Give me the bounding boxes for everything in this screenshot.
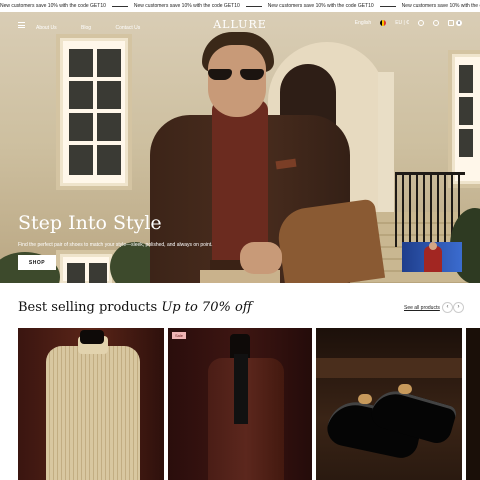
announcement-text: New customers save 10% with the code GET… [401, 3, 480, 9]
chevron-left-icon[interactable]: ‹ [442, 302, 453, 313]
main-nav: About Us Blog Contact Us [36, 16, 160, 34]
header-actions: English EU | € 0 [355, 20, 462, 26]
announcement-text: New customers save 10% with the code GET… [267, 3, 374, 9]
see-all-products-link[interactable]: See all products [404, 305, 440, 311]
sale-badge: Sale [172, 332, 187, 339]
currency-selector[interactable]: EU | € [395, 20, 409, 26]
menu-icon[interactable] [18, 22, 25, 28]
product-card[interactable]: Sale [168, 328, 312, 480]
announcement-divider [111, 5, 128, 7]
mannequin [80, 330, 104, 344]
background-window [60, 38, 128, 186]
hero-banner: Step Into Style Find the perfect pair of… [0, 12, 480, 283]
cart-count-badge: 0 [456, 20, 462, 26]
section-title: Best selling products Up to 70% off [18, 300, 252, 315]
product-card[interactable] [466, 328, 480, 480]
nav-contact-us[interactable]: Contact Us [116, 25, 141, 31]
announcement-bar: New customers save 10% with the code GET… [0, 0, 480, 12]
product-card[interactable] [18, 328, 164, 480]
announcement-text: New customers save 10% with the code GET… [133, 3, 240, 9]
language-selector[interactable]: English [355, 20, 371, 26]
site-header: About Us Blog Contact Us ALLURE English … [0, 12, 480, 38]
blazer-inner [234, 354, 248, 424]
shoe-tree [358, 394, 372, 404]
section-title-text: Best selling products [18, 300, 158, 315]
chevron-right-icon[interactable]: › [453, 302, 464, 313]
background-window [452, 54, 480, 184]
announcement-divider [379, 5, 396, 7]
hero-subtitle: Find the perfect pair of shoes to match … [18, 242, 213, 248]
search-icon[interactable] [418, 20, 424, 26]
announcement-text: New customers save 10% with the code GET… [0, 3, 106, 9]
product-image-shirt [46, 346, 140, 480]
flag-icon[interactable] [380, 20, 387, 26]
announcement-divider [245, 5, 262, 7]
nav-about-us[interactable]: About Us [36, 25, 57, 31]
column [378, 72, 394, 232]
hero-thumbnail[interactable] [402, 242, 462, 272]
hero-title: Step Into Style [18, 212, 162, 234]
shelf [316, 358, 462, 378]
product-card[interactable] [316, 328, 462, 480]
site-logo[interactable]: ALLURE [213, 18, 267, 31]
shop-button[interactable]: SHOP [18, 255, 56, 270]
cart-icon [448, 20, 454, 26]
cart-button[interactable]: 0 [448, 20, 462, 26]
nav-blog[interactable]: Blog [81, 25, 91, 31]
account-icon[interactable] [433, 20, 439, 26]
section-title-emphasis: Up to 70% off [161, 300, 252, 315]
shoe-tree [398, 384, 412, 394]
background-window [60, 254, 112, 283]
